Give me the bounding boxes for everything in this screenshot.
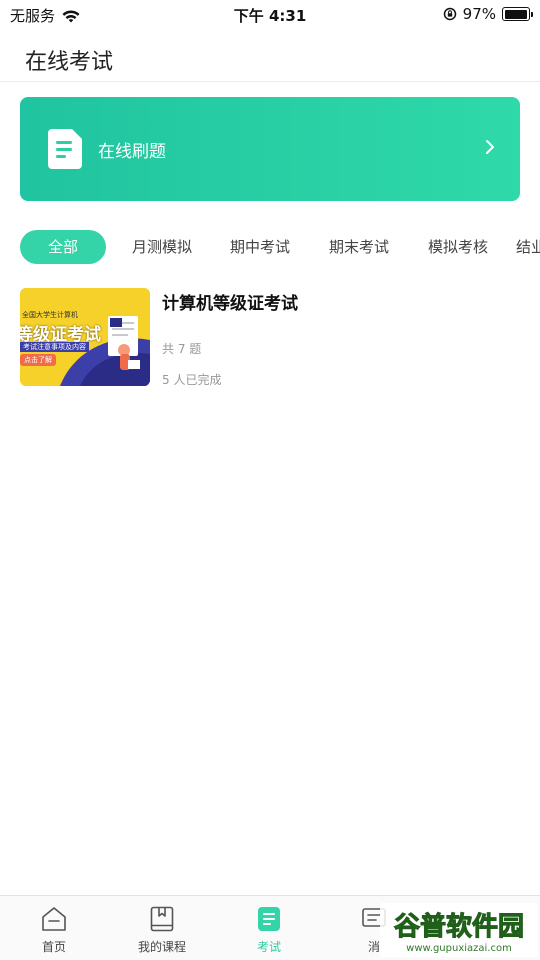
status-bar: 无服务 下午 4:31 97% [0, 0, 540, 30]
status-right: 97% [443, 5, 533, 23]
home-icon [42, 907, 66, 931]
tab-all[interactable]: 全部 [20, 230, 106, 264]
battery-percent: 97% [462, 5, 496, 23]
exam-completed-count: 5 人已完成 [162, 373, 222, 387]
tab-final[interactable]: 期末考试 [317, 230, 401, 264]
category-tabs: 全部 月测模拟 期中考试 期末考试 模拟考核 结业 [0, 228, 540, 266]
banner-label: 在线刷题 [98, 142, 166, 162]
watermark: 谷普软件园 www.gupuxiazai.com [380, 903, 538, 957]
exam-icon [258, 907, 280, 931]
book-icon [150, 906, 174, 932]
tab-midterm[interactable]: 期中考试 [218, 230, 302, 264]
page-header: 在线考试 [0, 30, 540, 82]
thumbnail-subtitle: 全国大学生计算机 [22, 311, 78, 319]
exam-list-item[interactable]: 全国大学生计算机 等级证考试 考试注意事项及内容 点击了解 计算机等级证考试 共… [20, 288, 520, 388]
nav-home[interactable]: 首页 [4, 906, 104, 958]
rotation-lock-icon [443, 7, 456, 21]
thumbnail-note: 考试注意事项及内容 [20, 342, 89, 352]
nav-my-courses[interactable]: 我的课程 [112, 906, 212, 958]
nav-my-courses-label: 我的课程 [137, 940, 186, 954]
exam-thumbnail: 全国大学生计算机 等级证考试 考试注意事项及内容 点击了解 [20, 288, 150, 386]
battery-icon [502, 7, 533, 21]
wifi-icon [62, 9, 80, 22]
carrier-label: 无服务 [10, 7, 56, 25]
document-icon [48, 129, 82, 169]
page-title: 在线考试 [25, 50, 114, 75]
nav-exam-label: 考试 [256, 940, 281, 954]
watermark-url: www.gupuxiazai.com [406, 943, 512, 954]
tab-graduation[interactable]: 结业 [516, 230, 540, 264]
status-left: 无服务 [10, 5, 81, 26]
exam-title: 计算机等级证考试 [162, 294, 298, 314]
tab-mock-assessment[interactable]: 模拟考核 [416, 230, 500, 264]
thumbnail-cta: 点击了解 [20, 354, 56, 366]
watermark-brand: 谷普软件园 [394, 911, 524, 942]
nav-home-label: 首页 [41, 940, 66, 954]
tab-monthly-mock[interactable]: 月测模拟 [120, 230, 204, 264]
chevron-right-icon [486, 140, 494, 154]
watermark-art: 谷普软件园 www.gupuxiazai.com [380, 903, 538, 957]
nav-exam[interactable]: 考试 [219, 906, 319, 958]
battery-fill [504, 9, 527, 19]
online-practice-banner[interactable]: 在线刷题 [20, 97, 520, 201]
exam-question-count: 共 7 题 [162, 342, 202, 356]
